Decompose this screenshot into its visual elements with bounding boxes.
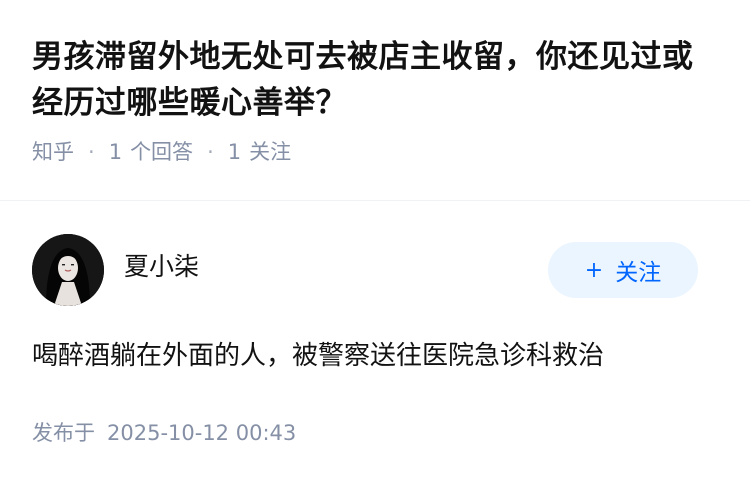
follow-count-link[interactable]: 1 关注 xyxy=(228,138,291,166)
avatar[interactable] xyxy=(32,234,104,306)
meta-separator-dot: · xyxy=(88,140,95,164)
published-time: 2025-10-12 00:43 xyxy=(107,421,297,445)
question-header: 男孩滞留外地无处可去被店主收留，你还见过或经历过哪些暖心善举？ 知乎 · 1 个回… xyxy=(32,34,722,166)
answer-count-label: 个回答 xyxy=(130,140,194,164)
author-name[interactable]: 夏小柒 xyxy=(124,250,199,284)
plus-icon: + xyxy=(584,257,604,283)
answer-content[interactable]: 喝醉酒躺在外面的人，被警察送往医院急诊科救治 xyxy=(32,336,722,376)
follow-count-label: 关注 xyxy=(249,140,292,164)
question-meta: 知乎 · 1 个回答 · 1 关注 xyxy=(32,138,722,166)
source-label[interactable]: 知乎 xyxy=(32,138,74,166)
publish-info: 发布于 2025-10-12 00:43 xyxy=(32,418,296,448)
published-label: 发布于 xyxy=(32,421,95,445)
section-divider xyxy=(0,200,750,201)
follow-author-button[interactable]: + 关注 xyxy=(548,242,698,298)
answer-count: 1 xyxy=(108,140,123,164)
follow-button-label: 关注 xyxy=(615,260,662,286)
question-title[interactable]: 男孩滞留外地无处可去被店主收留，你还见过或经历过哪些暖心善举？ xyxy=(32,34,722,126)
meta-separator-dot: · xyxy=(207,140,214,164)
follow-count: 1 xyxy=(227,140,242,164)
author-row: 夏小柒 + 关注 xyxy=(32,234,698,306)
answer-count-link[interactable]: 1 个回答 xyxy=(109,138,193,166)
avatar-portrait-image xyxy=(32,234,104,306)
